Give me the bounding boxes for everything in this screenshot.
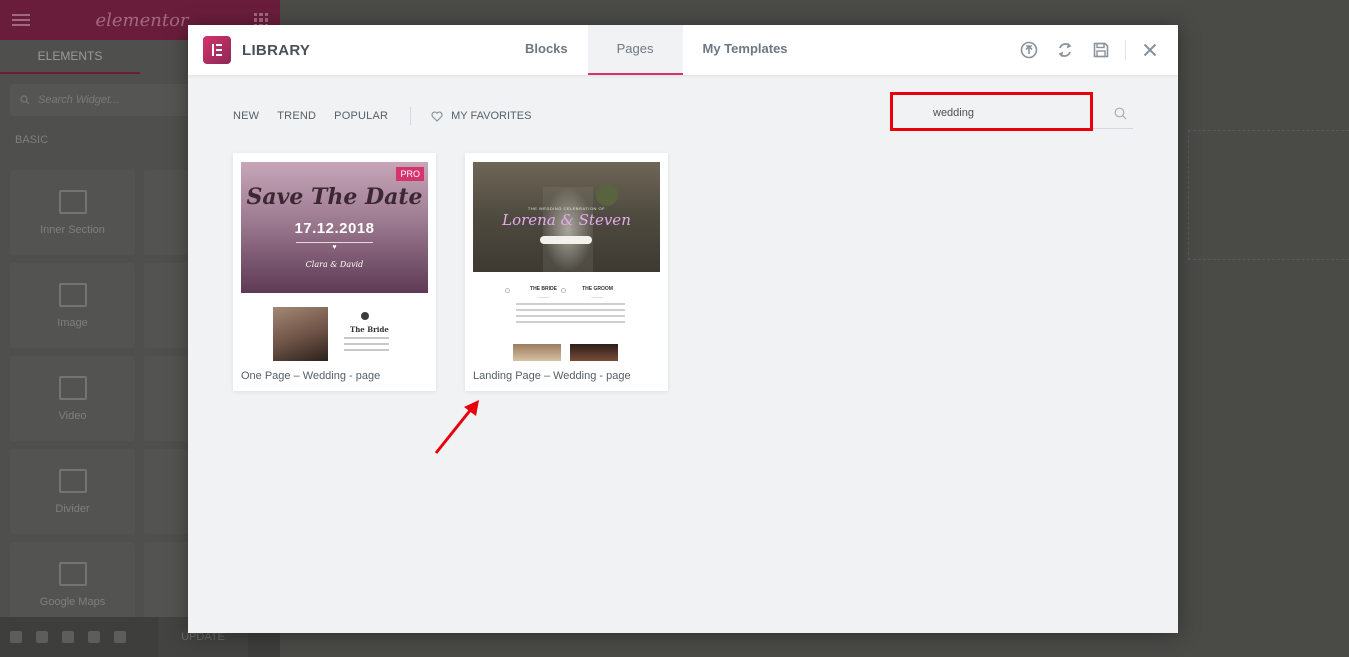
- elementor-logo-icon: [203, 36, 231, 64]
- image-icon: [58, 282, 87, 307]
- close-icon: [1143, 43, 1157, 57]
- save-template-button[interactable]: [1083, 25, 1119, 75]
- header-tools: [1011, 25, 1168, 75]
- library-modal: LIBRARY Blocks Pages My Templates NEW TR…: [188, 25, 1178, 633]
- filter-toolbar: NEW TREND POPULAR MY FAVORITES: [233, 107, 531, 125]
- inner-section-icon: [58, 189, 87, 214]
- sync-icon: [1058, 42, 1072, 58]
- tab-blocks[interactable]: Blocks: [505, 25, 588, 75]
- sync-library-button[interactable]: [1047, 25, 1083, 75]
- library-title: LIBRARY: [242, 41, 311, 59]
- thumb-names: Lorena & Steven: [502, 211, 631, 229]
- tab-elements[interactable]: ELEMENTS: [0, 40, 140, 74]
- filter-new[interactable]: NEW: [233, 110, 259, 122]
- heart-icon: [431, 110, 443, 122]
- groom-portrait: [570, 344, 618, 361]
- bride-portrait: [513, 344, 561, 361]
- groom-subheading: ———: [591, 294, 604, 299]
- widget-google-maps[interactable]: Google Maps: [10, 542, 135, 627]
- widget-label: Inner Section: [40, 223, 105, 236]
- close-modal-button[interactable]: [1132, 25, 1168, 75]
- my-favorites-filter[interactable]: MY FAVORITES: [431, 110, 531, 122]
- modal-header: LIBRARY Blocks Pages My Templates: [188, 25, 1178, 75]
- tab-my-templates[interactable]: My Templates: [683, 25, 808, 75]
- canvas-section-outline: [1188, 130, 1349, 260]
- widget-inner-section[interactable]: Inner Section: [10, 170, 135, 255]
- thumb-text-lines: [344, 337, 389, 355]
- divider-icon: [58, 468, 87, 493]
- widget-label: Divider: [55, 502, 90, 515]
- save-icon: [1093, 42, 1109, 58]
- settings-icon[interactable]: [10, 631, 22, 643]
- thumb-body: The Bride: [241, 293, 428, 361]
- elementor-logo: elementor: [95, 9, 189, 31]
- thumb-divider: [296, 242, 373, 243]
- map-pin-icon: [58, 561, 87, 586]
- filter-popular[interactable]: POPULAR: [334, 110, 388, 122]
- my-favorites-label: MY FAVORITES: [451, 110, 532, 122]
- bride-column: THE BRIDE ———: [516, 286, 571, 323]
- ring-icon: [361, 312, 369, 320]
- thumb-hero: Save The Date 17.12.2018 ♥ Clara & David…: [241, 162, 428, 293]
- widget-search-placeholder: Search Widget...: [38, 94, 120, 106]
- menu-icon[interactable]: [12, 14, 30, 26]
- filter-divider: [410, 107, 412, 125]
- thumb-section-title: The Bride: [350, 325, 389, 334]
- thumb-body: THE BRIDE ——— THE GROOM ———: [473, 272, 660, 361]
- annotation-arrow-icon: [434, 400, 479, 454]
- import-template-button[interactable]: [1011, 25, 1047, 75]
- tools-divider: [1125, 40, 1126, 60]
- library-tabs: Blocks Pages My Templates: [505, 25, 808, 75]
- template-card-one-page-wedding[interactable]: Save The Date 17.12.2018 ♥ Clara & David…: [233, 153, 436, 391]
- groom-heading: THE GROOM: [582, 286, 613, 292]
- history-icon[interactable]: [62, 631, 74, 643]
- search-icon: [1114, 107, 1127, 120]
- bouquet-photo: [596, 184, 618, 206]
- filter-trend[interactable]: TREND: [277, 110, 316, 122]
- bride-photo: [273, 307, 328, 361]
- widget-label: Google Maps: [39, 595, 106, 608]
- library-brand: LIBRARY: [203, 36, 310, 64]
- thumb-names: Clara & David: [305, 260, 364, 269]
- bride-photo: [543, 187, 593, 272]
- tab-pages[interactable]: Pages: [587, 25, 683, 75]
- template-search-input[interactable]: [893, 106, 1093, 119]
- bride-heading: THE BRIDE: [530, 286, 557, 292]
- thumb-date: 17.12.2018: [294, 220, 375, 237]
- widget-divider[interactable]: Divider: [10, 449, 135, 534]
- template-title: Landing Page – Wedding - page: [473, 370, 631, 382]
- widget-label: Video: [58, 409, 87, 422]
- template-search: [893, 97, 1133, 129]
- groom-column: THE GROOM ———: [570, 286, 625, 323]
- heart-icon: ♥: [332, 244, 337, 251]
- video-icon: [58, 375, 87, 400]
- thumb-cta: [540, 236, 592, 244]
- thumb-hero: THE WEDDING CELEBRATION OF Lorena & Stev…: [473, 162, 660, 272]
- navigator-icon[interactable]: [36, 631, 48, 643]
- bride-subheading: ———: [537, 294, 550, 299]
- preview-icon[interactable]: [114, 631, 126, 643]
- widget-label: Image: [57, 316, 88, 329]
- widget-image[interactable]: Image: [10, 263, 135, 348]
- ring-icon: [505, 288, 510, 293]
- upload-icon: [1020, 41, 1038, 59]
- pro-badge: PRO: [396, 167, 424, 181]
- widget-video[interactable]: Video: [10, 356, 135, 441]
- template-card-landing-page-wedding[interactable]: THE WEDDING CELEBRATION OF Lorena & Stev…: [465, 153, 668, 391]
- responsive-icon[interactable]: [88, 631, 100, 643]
- search-icon: [20, 95, 30, 105]
- thumb-title: Save The Date: [246, 184, 423, 210]
- template-title: One Page – Wedding - page: [241, 370, 381, 382]
- template-thumbnail: Save The Date 17.12.2018 ♥ Clara & David…: [241, 162, 428, 361]
- template-thumbnail: THE WEDDING CELEBRATION OF Lorena & Stev…: [473, 162, 660, 361]
